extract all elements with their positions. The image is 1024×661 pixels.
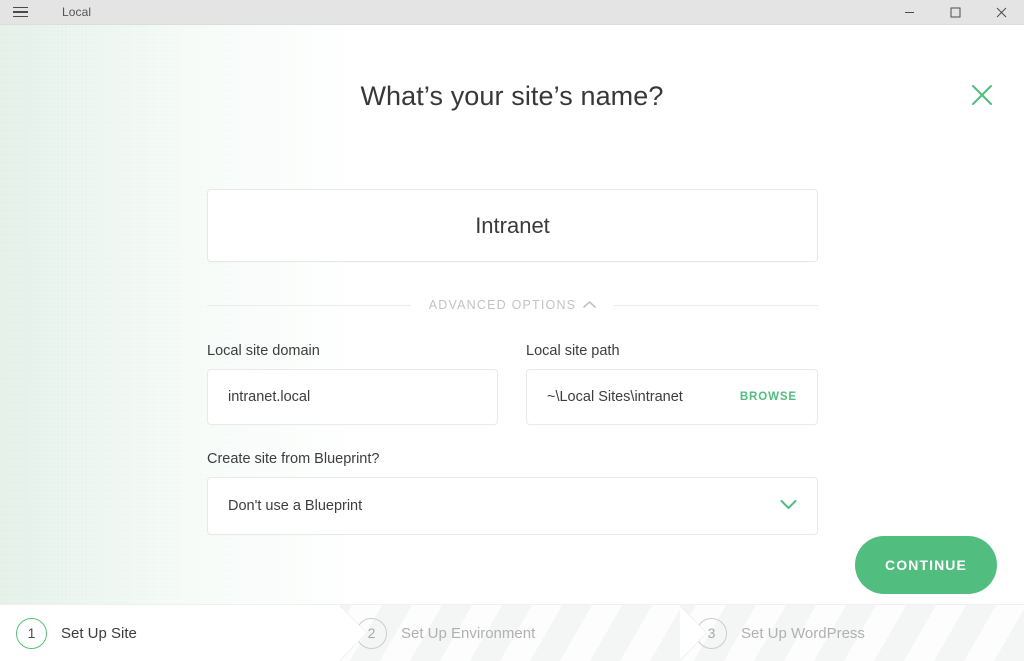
divider-line-left: [207, 304, 411, 306]
site-name-input[interactable]: [207, 189, 818, 262]
maximize-button[interactable]: [932, 0, 978, 25]
add-site-form: ADVANCED OPTIONS Local site domain: [207, 189, 818, 535]
title-bar: Local: [0, 0, 1024, 25]
advanced-fields-row: Local site domain Local site path BROWSE: [207, 343, 818, 425]
continue-button[interactable]: CONTINUE: [855, 536, 997, 594]
divider-line-right: [614, 304, 818, 306]
blueprint-group: Create site from Blueprint? Don't use a …: [207, 451, 818, 535]
step-number-badge: 1: [16, 617, 47, 649]
local-site-domain-group: Local site domain: [207, 343, 498, 425]
advanced-options-toggle[interactable]: ADVANCED OPTIONS: [411, 298, 614, 312]
minimize-button[interactable]: [886, 0, 932, 25]
hamburger-bar: [12, 6, 28, 9]
step-label: Set Up WordPress: [741, 624, 865, 642]
close-icon[interactable]: [962, 75, 1002, 115]
page-title: What’s your site’s name?: [360, 81, 664, 111]
step-label: Set Up Site: [61, 624, 137, 642]
chevron-up-icon: [583, 298, 597, 312]
local-site-path-group: Local site path BROWSE: [526, 343, 818, 425]
add-site-screen: What’s your site’s name? ADVANCED OPTION…: [0, 25, 1024, 604]
step-number-badge: 3: [696, 617, 727, 649]
blueprint-selected-value: Don't use a Blueprint: [228, 498, 363, 514]
step-label: Set Up Environment: [401, 624, 536, 642]
browse-button[interactable]: BROWSE: [730, 391, 797, 403]
window-controls: [886, 0, 1024, 25]
local-site-domain-box[interactable]: [207, 369, 498, 425]
local-app-window: Local What’s your site’s name? Intranet …: [0, 0, 1024, 661]
chevron-down-icon: [780, 497, 797, 515]
local-site-domain-label: Local site domain: [207, 343, 320, 359]
local-site-path-box[interactable]: BROWSE: [526, 369, 818, 425]
blueprint-label: Create site from Blueprint?: [207, 451, 380, 467]
stepper-step-set-up-environment[interactable]: 2 Set Up Environment: [340, 605, 680, 661]
local-site-path-label: Local site path: [526, 343, 620, 359]
setup-stepper: 1 Set Up Site 2 Set Up Environment 3 Set…: [0, 604, 1024, 661]
hamburger-menu-icon[interactable]: [0, 0, 40, 25]
advanced-options-label: ADVANCED OPTIONS: [428, 298, 577, 312]
hamburger-bar: [12, 15, 28, 18]
hamburger-bar: [12, 11, 28, 13]
blueprint-select[interactable]: Don't use a Blueprint: [207, 477, 818, 535]
local-site-path-input[interactable]: [547, 389, 730, 405]
continue-button-wrap: CONTINUE: [855, 536, 997, 594]
advanced-options-divider: ADVANCED OPTIONS: [207, 298, 818, 312]
close-window-button[interactable]: [978, 0, 1024, 25]
app-title: Local: [62, 5, 92, 19]
stepper-step-set-up-site[interactable]: 1 Set Up Site: [0, 605, 340, 661]
local-site-domain-input[interactable]: [228, 389, 477, 405]
stepper-step-set-up-wordpress[interactable]: 3 Set Up WordPress: [680, 605, 1024, 661]
